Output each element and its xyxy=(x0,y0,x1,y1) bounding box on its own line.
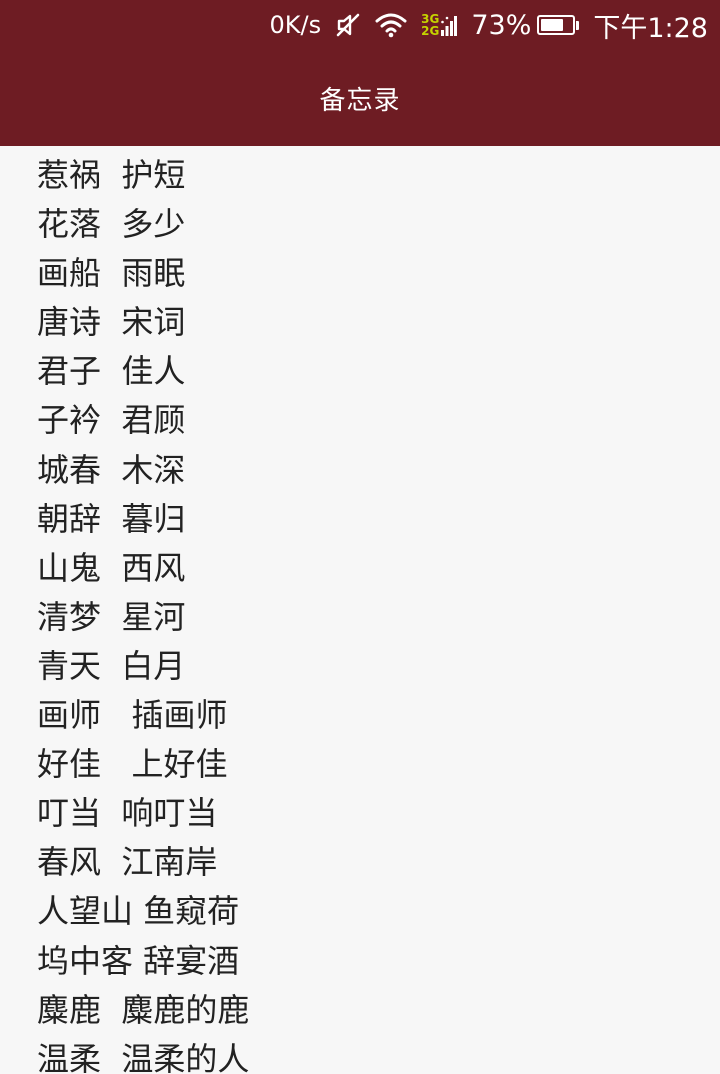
list-item[interactable]: 青天 白月 xyxy=(37,642,720,691)
mute-icon xyxy=(335,12,361,38)
list-item[interactable]: 温柔 温柔的人 xyxy=(37,1035,720,1074)
list-item[interactable]: 花落 多少 xyxy=(37,200,720,249)
cellular-signal-icon: 3G 2G xyxy=(421,12,458,38)
list-item[interactable]: 惹祸 护短 xyxy=(37,151,720,200)
list-item[interactable]: 君子 佳人 xyxy=(37,347,720,396)
network-speed: 0K/s xyxy=(269,11,322,39)
battery-icon xyxy=(537,15,580,35)
network-type: 3G 2G xyxy=(421,13,439,37)
list-item[interactable]: 春风 江南岸 xyxy=(37,838,720,887)
list-item[interactable]: 麋鹿 麋鹿的鹿 xyxy=(37,986,720,1035)
list-item[interactable]: 画师 插画师 xyxy=(37,691,720,740)
list-item[interactable]: 子衿 君顾 xyxy=(37,396,720,445)
list-item[interactable]: 朝辞 暮归 xyxy=(37,495,720,544)
memo-list: 惹祸 护短 花落 多少 画船 雨眠 唐诗 宋词 君子 佳人 子衿 君顾 城春 木深 朝辞 暮归… xyxy=(0,146,720,1074)
list-item[interactable]: 唐诗 宋词 xyxy=(37,298,720,347)
list-item[interactable]: 山鬼 西风 xyxy=(37,544,720,593)
memo-list-container[interactable]: 惹祸 护短 花落 多少 画船 雨眠 唐诗 宋词 君子 佳人 子衿 君顾 城春 木深 朝辞 暮归… xyxy=(0,146,720,1074)
battery-level xyxy=(541,19,564,31)
network-type-bottom: 2G xyxy=(421,24,440,38)
wifi-icon xyxy=(375,12,407,38)
battery-percent: 73% xyxy=(471,9,532,41)
page-title: 备忘录 xyxy=(319,85,401,116)
list-item[interactable]: 坞中客 辞宴酒 xyxy=(37,937,720,986)
list-item[interactable]: 城春 木深 xyxy=(37,446,720,495)
list-item[interactable]: 叮当 响叮当 xyxy=(37,789,720,838)
app-bar: 备忘录 xyxy=(0,50,720,146)
status-bar: 0K/s 3G 2G 73% 下午1:28 xyxy=(0,0,720,50)
list-item[interactable]: 清梦 星河 xyxy=(37,593,720,642)
list-item[interactable]: 画船 雨眠 xyxy=(37,249,720,298)
list-item[interactable]: 人望山 鱼窥荷 xyxy=(37,887,720,936)
list-item[interactable]: 好佳 上好佳 xyxy=(37,740,720,789)
clock: 下午1:28 xyxy=(593,12,708,44)
